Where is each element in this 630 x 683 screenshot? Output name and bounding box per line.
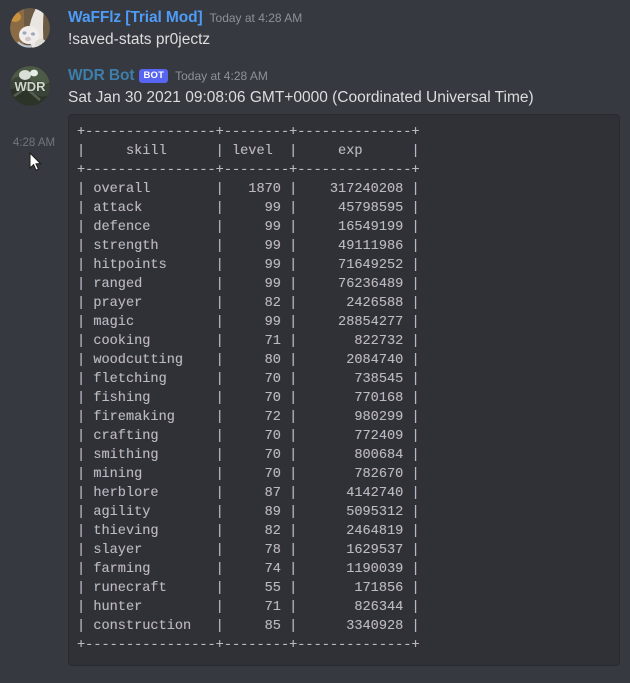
message-header: WDR Bot BOT Today at 4:28 AM [68, 66, 620, 86]
message-timestamp: Today at 4:28 AM [175, 69, 268, 83]
bot-badge: BOT [139, 69, 169, 83]
codeblock: +----------------+--------+-------------… [68, 114, 620, 666]
message-content: !saved-stats pr0jectz [68, 31, 211, 48]
message-user: WaFFlz [Trial Mod] Today at 4:28 AM !sav… [0, 6, 630, 50]
avatar-wdr-bot[interactable]: WDR [10, 66, 50, 106]
message-author-name[interactable]: WaFFlz [Trial Mod] [68, 8, 203, 28]
svg-text:WDR: WDR [14, 79, 46, 94]
avatar-wafflz[interactable] [10, 8, 50, 48]
message-bot: WDR WDR Bot BOT Today at 4:28 AM Sat Jan… [0, 64, 630, 108]
message-timestamp: Today at 4:28 AM [209, 11, 303, 25]
message-content: Sat Jan 30 2021 09:08:06 GMT+0000 (Coord… [68, 89, 534, 106]
discord-chat-window: WaFFlz [Trial Mod] Today at 4:28 AM !sav… [0, 6, 630, 683]
message-hover-timestamp: 4:28 AM [12, 137, 56, 149]
stats-ascii-table: +----------------+--------+-------------… [77, 125, 420, 653]
message-header: WaFFlz [Trial Mod] Today at 4:28 AM [68, 8, 620, 28]
codeblock-message: +----------------+--------+-------------… [0, 114, 630, 666]
message-author-name[interactable]: WDR Bot [68, 66, 135, 86]
